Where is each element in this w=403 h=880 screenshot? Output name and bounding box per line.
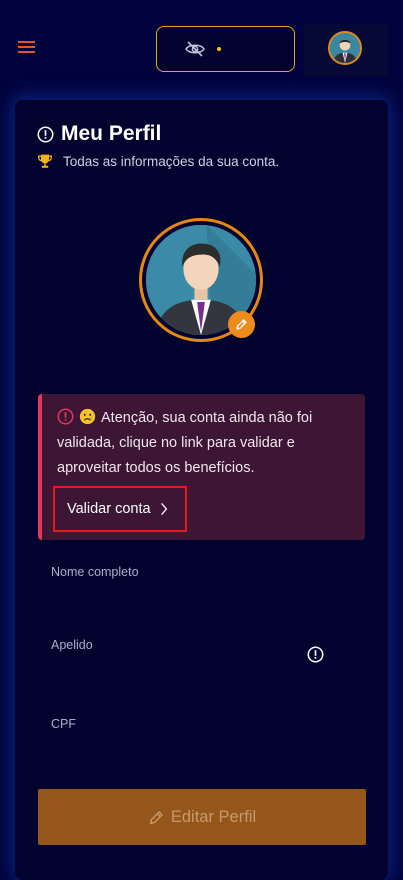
warning-circle-icon	[57, 408, 74, 425]
page-title: Meu Perfil	[61, 122, 162, 145]
nickname-label: Apelido	[51, 638, 93, 652]
edit-avatar-button[interactable]	[228, 311, 255, 338]
page-title-row: Meu Perfil	[37, 122, 161, 146]
cpf-input[interactable]	[51, 735, 351, 761]
hidden-balance-indicator	[217, 47, 221, 51]
page-subtitle-row: Todas as informações da sua conta.	[37, 153, 279, 169]
sad-face-emoji-icon	[79, 408, 96, 425]
pencil-icon	[236, 319, 247, 330]
account-validation-alert: Atenção, sua conta ainda não foi validad…	[38, 394, 365, 540]
full-name-input[interactable]	[51, 583, 351, 609]
edit-profile-label: Editar Perfil	[170, 807, 257, 826]
chevron-right-icon	[160, 502, 167, 516]
trophy-icon	[37, 154, 53, 168]
validate-account-button[interactable]: Validar conta	[53, 486, 187, 532]
profile-avatar	[139, 218, 267, 346]
info-circle-icon	[37, 126, 54, 142]
edit-profile-button[interactable]: Editar Perfil	[38, 789, 366, 845]
alert-message-block: Atenção, sua conta ainda não foi validad…	[57, 406, 357, 481]
eye-slash-icon[interactable]	[185, 41, 205, 57]
top-bar	[0, 0, 403, 100]
hamburger-menu-icon[interactable]	[18, 41, 35, 55]
cpf-label: CPF	[51, 717, 76, 731]
full-name-field: Nome completo	[51, 565, 371, 613]
info-circle-icon[interactable]	[307, 646, 324, 663]
balance-toggle[interactable]	[156, 26, 295, 72]
profile-card: Meu Perfil Todas as informações da sua c…	[15, 100, 388, 880]
user-avatar-icon	[328, 31, 362, 65]
page-subtitle: Todas as informações da sua conta.	[63, 153, 280, 169]
full-name-label: Nome completo	[51, 565, 139, 579]
cpf-field: CPF	[51, 717, 371, 765]
validate-account-label: Validar conta	[67, 501, 151, 517]
nickname-input[interactable]	[51, 656, 351, 682]
header-avatar-button[interactable]	[304, 24, 388, 76]
pencil-icon	[149, 810, 163, 824]
